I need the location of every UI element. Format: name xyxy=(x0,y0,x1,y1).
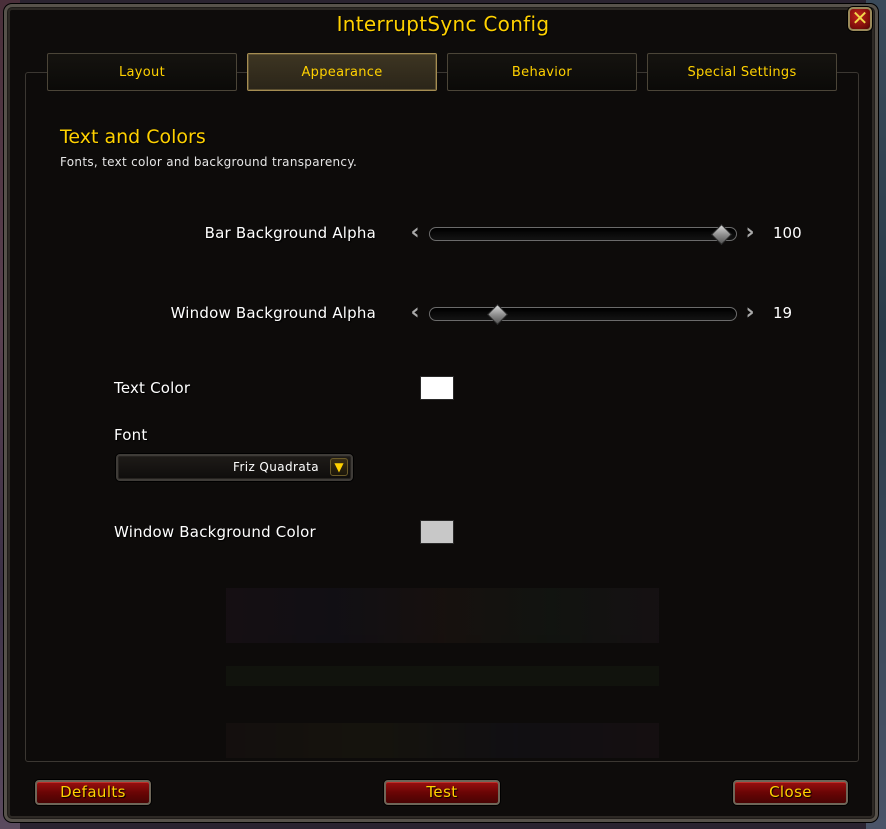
tab-special-settings[interactable]: Special Settings xyxy=(647,53,837,91)
text-color-label: Text Color xyxy=(114,379,191,397)
bar-bg-alpha-label: Bar Background Alpha xyxy=(204,224,376,242)
tab-appearance[interactable]: Appearance xyxy=(247,53,437,91)
chevron-right-icon[interactable]: › xyxy=(742,302,758,324)
tab-layout[interactable]: Layout xyxy=(47,53,237,91)
content-panel xyxy=(25,72,859,762)
test-button[interactable]: Test xyxy=(384,780,500,805)
tab-behavior[interactable]: Behavior xyxy=(447,53,637,91)
section-description: Fonts, text color and background transpa… xyxy=(60,155,358,169)
chevron-down-icon[interactable]: ▼ xyxy=(330,458,348,476)
window-bg-alpha-label: Window Background Alpha xyxy=(170,304,376,322)
close-button[interactable]: Close xyxy=(733,780,848,805)
chevron-right-icon[interactable]: › xyxy=(742,222,758,244)
font-dropdown-value: Friz Quadrata xyxy=(233,460,319,474)
window-bg-color-swatch[interactable] xyxy=(420,520,454,544)
background-game-ui xyxy=(226,588,659,758)
bar-bg-alpha-value: 100 xyxy=(773,224,802,242)
chevron-left-icon[interactable]: ‹ xyxy=(407,302,423,324)
font-label: Font xyxy=(114,426,148,444)
font-dropdown[interactable]: Friz Quadrata ▼ xyxy=(116,454,353,481)
section-title: Text and Colors xyxy=(60,126,206,148)
window-bg-alpha-value: 19 xyxy=(773,304,793,322)
window-bg-color-label: Window Background Color xyxy=(114,523,316,541)
bar-bg-alpha-slider[interactable] xyxy=(429,223,737,246)
window-bg-alpha-slider[interactable] xyxy=(429,303,737,326)
window-title: InterruptSync Config xyxy=(336,12,550,36)
chevron-left-icon[interactable]: ‹ xyxy=(407,222,423,244)
close-icon[interactable]: ✕ xyxy=(848,7,872,31)
defaults-button[interactable]: Defaults xyxy=(35,780,151,805)
text-color-swatch[interactable] xyxy=(420,376,454,400)
